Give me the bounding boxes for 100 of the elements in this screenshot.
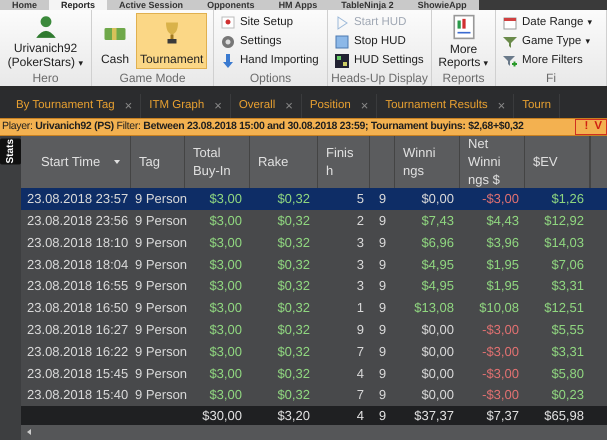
close-icon[interactable]: × xyxy=(214,96,222,116)
table-cell-text: 5 xyxy=(356,190,365,208)
table-cell-text: $0,00 xyxy=(420,320,455,339)
table-cell-text: $5,55 xyxy=(550,320,585,339)
table-cell-text: $0,32 xyxy=(276,320,311,339)
total-cell-text: $37,37 xyxy=(413,406,455,425)
table-cell-text: 9 Person xyxy=(134,364,185,383)
table-cell-text: 9 Person xyxy=(134,320,185,339)
game-mode-button[interactable]: Tournament xyxy=(136,13,208,69)
table-cell-text: 7 xyxy=(356,386,365,404)
total-cell-text: $30,00 xyxy=(201,406,243,425)
table-cell-text: $5,80 xyxy=(550,364,585,383)
close-icon[interactable]: × xyxy=(498,96,506,116)
table-row[interactable]: 23.08.2018 16:22 9 Person $3,00 $0,32 7 9 $0,00 -$3,00 $3,31 xyxy=(21,340,607,362)
table-row[interactable]: 23.08.2018 15:45 9 Person $3,00 $0,32 4 9 $0,00 -$3,00 $5,80 xyxy=(21,362,607,384)
table-cell-text: 9 xyxy=(378,342,388,361)
down-arrow-icon xyxy=(220,52,236,68)
table-cell-text: -$3,00 xyxy=(481,364,520,383)
ribbon-button[interactable]: Settings xyxy=(218,32,321,51)
close-icon[interactable]: × xyxy=(285,96,293,116)
close-icon[interactable]: × xyxy=(124,96,132,116)
table-cell-text: -$3,00 xyxy=(481,342,520,361)
ribbon-tab[interactable]: Active Session xyxy=(107,0,196,10)
table-cell-text: $4,43 xyxy=(485,212,520,230)
table-cell-text: 23.08.2018 16:22 xyxy=(26,342,130,361)
ribbon-button[interactable]: Stop HUD xyxy=(332,32,426,51)
table-cell-text: $0,32 xyxy=(276,212,311,230)
table-cell-text: $3,00 xyxy=(208,386,243,404)
ribbon-tab[interactable]: Home xyxy=(0,0,50,10)
ribbon-button[interactable]: Hand Importing xyxy=(218,51,321,69)
table-cell-text: -$3,00 xyxy=(481,320,520,339)
table-cell-text: 3 xyxy=(356,234,365,252)
table-row[interactable]: 23.08.2018 16:50 9 Person $3,00 $0,32 1 9 $13,08 $10,08 $12,51 xyxy=(21,296,607,319)
table-row[interactable]: 23.08.2018 18:10 9 Person $3,00 $0,32 3 9 $6,96 $3,96 $14,03 xyxy=(21,232,607,254)
table-row[interactable]: 23.08.2018 23:57 9 Person $3,00 $0,32 5 9 $0,00 -$3,00 $1,26 xyxy=(21,188,607,210)
table-cell-text: $0,32 xyxy=(276,277,311,296)
ribbon-tab[interactable]: ShowieApp xyxy=(406,0,479,10)
table-cell-text: 9 xyxy=(378,364,388,383)
table-cell-text: $0,00 xyxy=(420,364,455,383)
ribbon-tab[interactable]: HM Apps xyxy=(266,0,330,10)
table-cell-text: $12,51 xyxy=(543,299,585,318)
table-row[interactable]: 23.08.2018 15:40 9 Person $3,00 $0,32 7 9 $0,00 -$3,00 $0,23 xyxy=(21,384,607,406)
calendar-icon xyxy=(502,14,518,30)
table-row[interactable]: 23.08.2018 18:04 9 Person $3,00 $0,32 3 9 $4,95 $1,95 $7,06 xyxy=(21,253,607,276)
table-cell-text: $3,00 xyxy=(208,212,243,230)
table-cell-text: $0,00 xyxy=(420,342,455,361)
ribbon-tab[interactable]: TableNinja 2 xyxy=(329,0,406,10)
table-cell-text: -$3,00 xyxy=(481,190,520,208)
group-label: Options xyxy=(248,70,292,86)
close-icon[interactable]: × xyxy=(360,96,368,116)
table-cell-text: 4 xyxy=(356,364,365,383)
game-mode-button[interactable]: Cash xyxy=(96,13,134,69)
table-cell-text: $0,00 xyxy=(420,386,455,404)
table-row[interactable]: 23.08.2018 16:27 9 Person $3,00 $0,32 9 9 $0,00 -$3,00 $5,55 xyxy=(21,318,607,341)
table-cell-text: $3,00 xyxy=(208,364,243,383)
ribbon-tab[interactable]: Reports xyxy=(49,0,108,10)
table-cell-text: 9 xyxy=(378,386,388,404)
ribbon-button[interactable]: HUD Settings xyxy=(332,51,426,69)
table-row[interactable]: 23.08.2018 16:55 9 Person $3,00 $0,32 3 9 $4,95 $1,95 $3,31 xyxy=(21,275,607,297)
group-label: Reports xyxy=(441,70,486,86)
table-cell-text: $0,32 xyxy=(276,342,311,361)
group-label: Game Mode xyxy=(118,70,187,86)
table-cell-text: $3,00 xyxy=(208,234,243,252)
table-cell-text: 9 Person xyxy=(134,234,185,252)
ribbon-button[interactable]: Date Range ▾ xyxy=(500,13,594,32)
filter-text: Player: Urivanich92 (PS) Filter: Between 23.08.2018 15:00 and 30.08.2018 23:59; Tournament buyins: $2,68+$0,32 xyxy=(1,119,524,134)
group-label: Fi xyxy=(545,70,557,86)
sort-caret-icon xyxy=(112,158,122,166)
table-cell-text: $7,43 xyxy=(420,212,455,230)
table-cell-text: $4,95 xyxy=(420,277,455,296)
hero-button[interactable]: Urivanich92 (PokerStars) ▾ xyxy=(4,13,87,69)
table-cell-text: $3,31 xyxy=(550,277,585,296)
table-cell-text: $0,32 xyxy=(276,386,311,404)
total-cell-text: $7,37 xyxy=(485,406,520,425)
table-cell-text: $0,00 xyxy=(420,190,455,208)
total-cell-text: $3,20 xyxy=(276,406,311,425)
table-cell-text: $12,92 xyxy=(543,212,585,230)
table-cell-text: 9 xyxy=(378,320,388,339)
table-cell-text: $1,95 xyxy=(485,277,520,296)
table-cell-text: $3,00 xyxy=(208,342,243,361)
table-cell-text: $10,08 xyxy=(478,299,520,318)
more-reports-button[interactable]: More Reports ▾ xyxy=(436,13,491,69)
ribbon-button[interactable]: Game Type ▾ xyxy=(500,32,594,51)
table-cell-text: 9 Person xyxy=(134,256,185,274)
ribbon-button[interactable]: Site Setup xyxy=(218,13,321,32)
table-cell-text: 9 Person xyxy=(134,342,185,361)
table-cell-text: $0,32 xyxy=(276,234,311,252)
table-cell-text: $7,06 xyxy=(550,256,585,274)
hud-grid-icon xyxy=(334,52,350,68)
ribbon-tab[interactable]: Opponents xyxy=(195,0,267,10)
table-row[interactable]: 23.08.2018 23:56 9 Person $3,00 $0,32 2 9 $7,43 $4,43 $12,92 xyxy=(21,210,607,232)
table-cell-text: 9 xyxy=(378,212,388,230)
stats-side-tab[interactable]: Stats xyxy=(0,138,21,164)
group-label: Hero xyxy=(31,70,60,86)
report-chart-icon xyxy=(450,13,476,41)
ribbon-button[interactable]: More Filters xyxy=(500,51,594,69)
table-cell-text: $3,31 xyxy=(550,342,585,361)
table-cell-text: $3,00 xyxy=(208,190,243,208)
table-cell-text: $0,32 xyxy=(276,256,311,274)
table-cell-text: $0,32 xyxy=(276,190,311,208)
